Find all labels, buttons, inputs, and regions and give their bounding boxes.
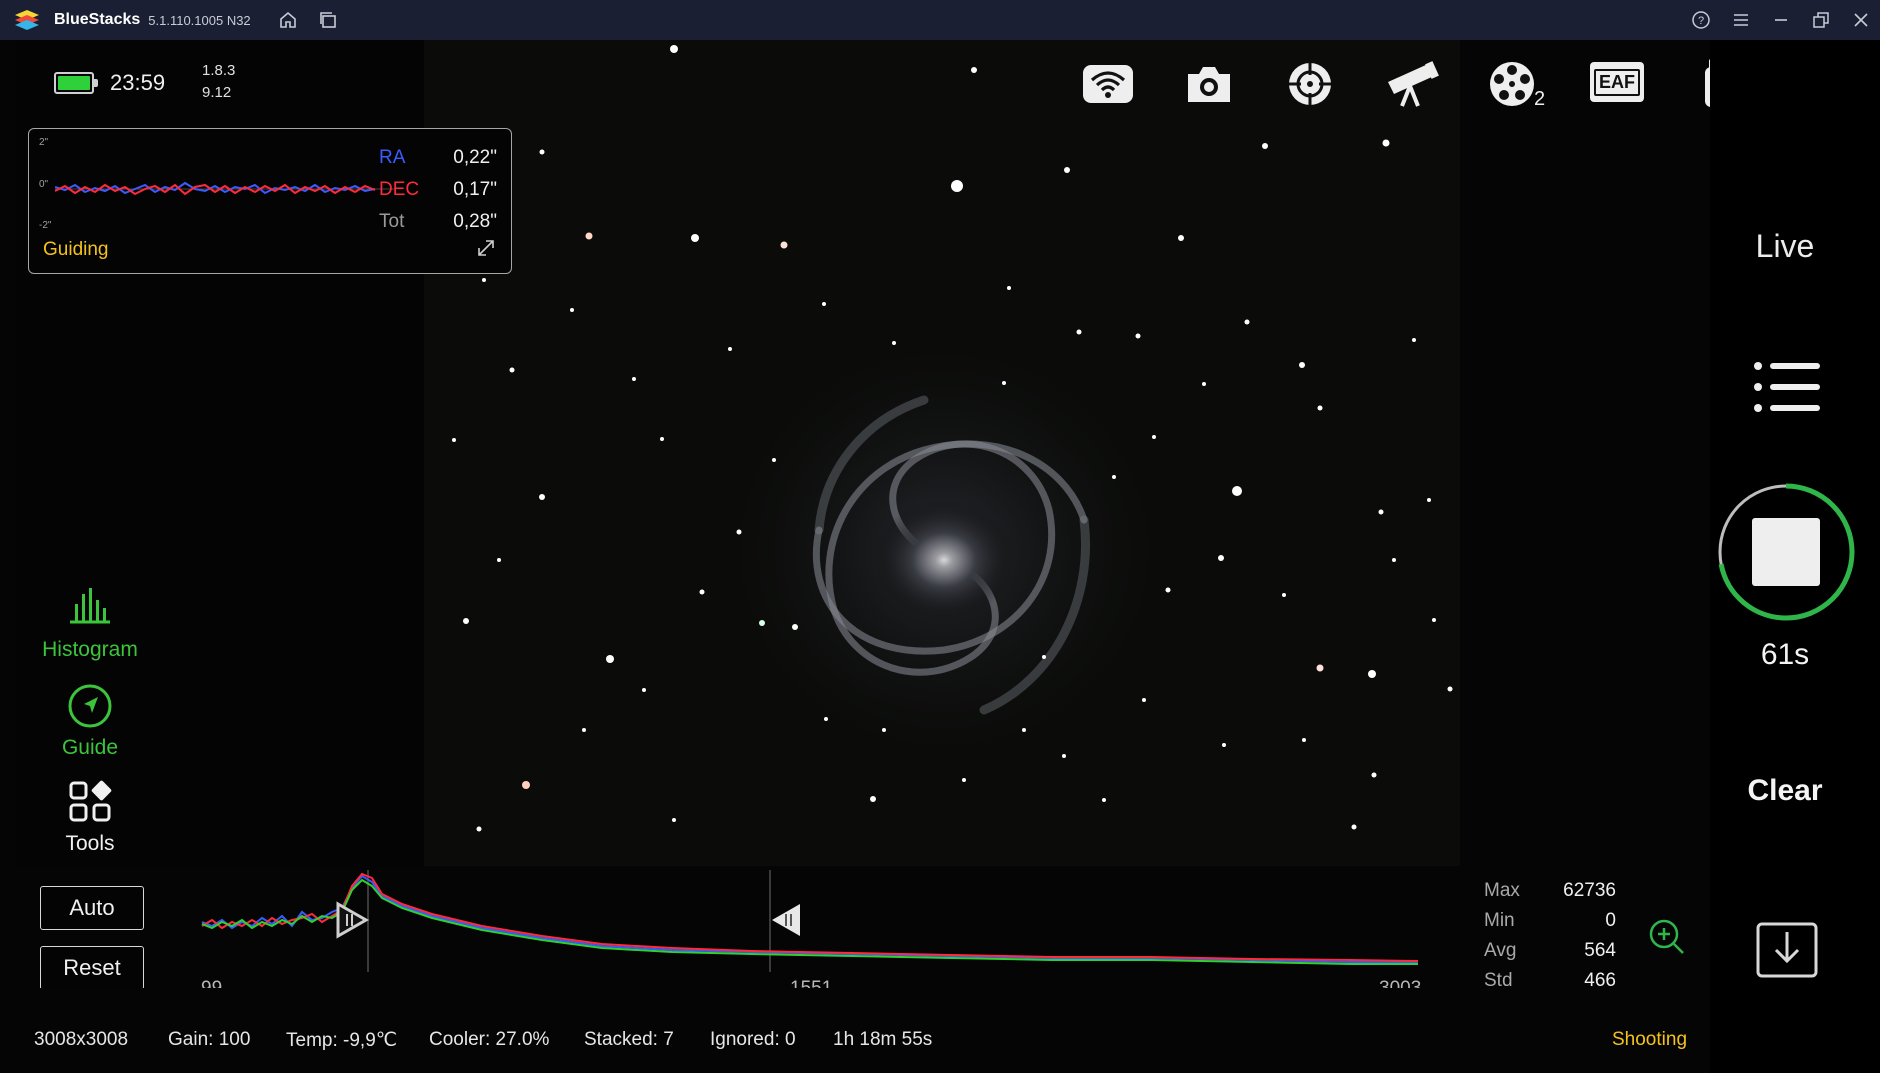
tot-value: 0,28" [453,211,497,232]
status-ignored: Ignored: 0 [710,1029,796,1050]
stat-min-value: 0 [1605,910,1616,931]
window-titlebar: BlueStacks 5.1.110.1005 N32 ? [0,0,1880,40]
status-elapsed: 1h 18m 55s [833,1029,933,1050]
battery-icon [54,72,98,94]
black-point-handle[interactable] [336,901,370,939]
close-icon[interactable] [1850,9,1872,31]
reset-button[interactable]: Reset [40,946,144,990]
home-icon[interactable] [277,9,299,31]
version-line-2: 9.12 [202,84,232,101]
status-cooler: Cooler: 27.0% [429,1029,550,1050]
guide-axis-top: 2" [39,137,49,148]
multi-instance-icon[interactable] [317,9,339,31]
tools-button[interactable]: Tools [30,780,150,856]
sky-image-canvas [452,45,1453,832]
bluestacks-logo-icon [15,10,39,30]
stat-avg-label: Avg [1484,940,1517,961]
list-menu-icon[interactable] [1752,358,1822,421]
stop-capture-button[interactable] [1716,482,1856,627]
tot-label: Tot [379,211,405,232]
svg-text:?: ? [1698,15,1704,27]
guide-icon [68,684,112,728]
guiding-title: Guiding [43,239,109,260]
guide-axis-bottom: -2" [39,220,52,231]
eaf-icon[interactable]: EAF [1590,62,1644,102]
version-line-1: 1.8.3 [202,62,236,79]
auto-stretch-button[interactable]: Auto [40,886,144,930]
capture-progress-ring [1717,483,1855,621]
stat-avg-value: 564 [1584,940,1616,961]
stat-min-label: Min [1484,910,1515,931]
stat-max-label: Max [1484,880,1520,901]
histogram-graph[interactable] [200,868,1430,972]
tools-icon [69,780,112,822]
tools-label: Tools [65,832,115,855]
sky-preview-image[interactable] [424,40,1460,866]
status-resolution: 3008x3008 [34,1029,129,1050]
status-stacked: Stacked: 7 [584,1029,674,1050]
download-icon[interactable] [1756,922,1818,983]
status-state: Shooting [1612,1029,1688,1050]
white-point-handle[interactable] [772,904,800,936]
clock: 23:59 [110,70,166,95]
stat-max-value: 62736 [1563,880,1616,901]
filter-wheel-slot: 2 [1534,88,1546,110]
histogram-label: Histogram [42,638,138,661]
guiding-panel[interactable]: 2" 0" -2" RA 0,22" DEC 0,17" Tot 0,28" G… [28,128,512,274]
histogram-icon [70,588,110,624]
expand-icon[interactable] [475,237,497,264]
telescope-icon[interactable] [1384,60,1440,113]
ra-label: RA [379,147,406,168]
guide-label: Guide [61,736,119,759]
eaf-label: EAF [1594,68,1640,96]
stop-icon [1752,518,1820,586]
guide-axis-mid: 0" [39,179,49,190]
exposure-timer: 61s [1760,638,1810,671]
restore-icon[interactable] [1810,9,1832,31]
live-button[interactable]: Live [1710,228,1860,265]
ra-value: 0,22" [453,147,497,168]
camera-icon[interactable] [1184,62,1234,111]
filter-wheel-icon[interactable] [1488,60,1536,113]
galaxy [714,330,1174,770]
wifi-icon[interactable] [1082,62,1134,111]
zoom-in-icon[interactable] [1648,918,1686,961]
dec-value: 0,17" [453,179,497,200]
target-icon[interactable] [1286,60,1334,113]
status-temperature: Temp: -9,9℃ [286,1030,398,1051]
status-gain: Gain: 100 [168,1029,251,1050]
menu-icon[interactable] [1730,9,1752,31]
help-icon[interactable]: ? [1690,9,1712,31]
guide-graph [55,181,395,196]
clear-button[interactable]: Clear [1710,774,1860,808]
app-name: BlueStacks [54,11,141,28]
app-version: 5.1.110.1005 N32 [148,12,251,28]
dec-label: DEC [379,179,420,200]
guide-button[interactable]: Guide [30,684,150,760]
minimize-icon[interactable] [1770,9,1792,31]
histogram-button[interactable]: Histogram [30,586,150,662]
